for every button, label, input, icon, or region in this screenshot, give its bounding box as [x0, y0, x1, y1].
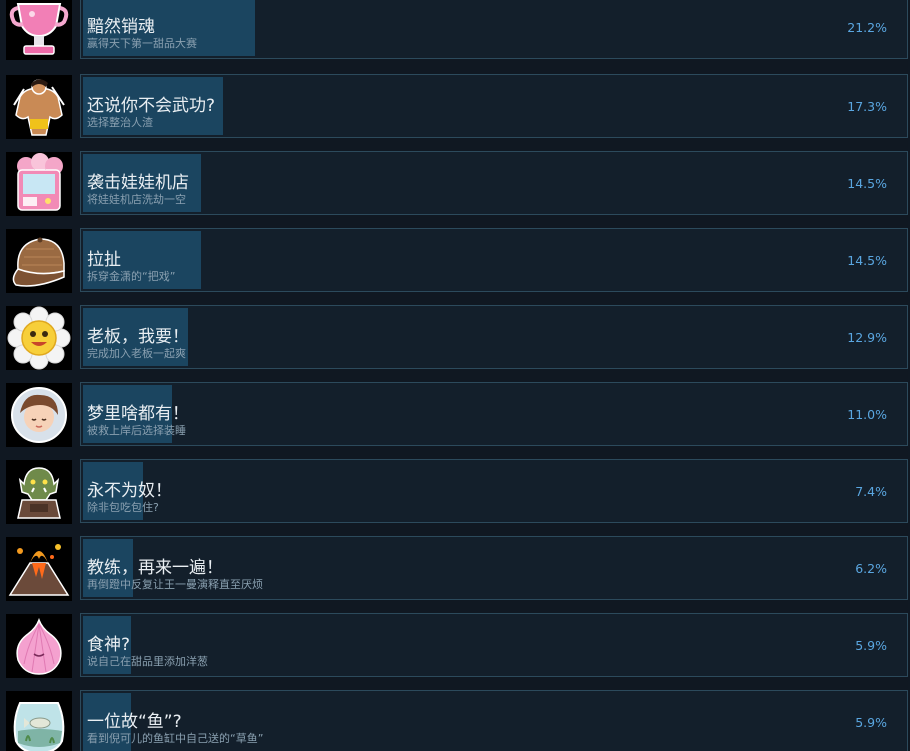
- fish-tank-icon: [6, 691, 72, 751]
- achievement-description: 拆穿金潇的“把戏”: [87, 270, 176, 283]
- orc-warrior-icon: [6, 460, 72, 524]
- achievement-card: 梦里啥都有！ 被救上岸后选择装睡 11.0%: [80, 382, 908, 446]
- trophy-cup-icon: [6, 0, 72, 60]
- muscle-man-icon: [6, 75, 72, 139]
- cap-icon: [6, 229, 72, 293]
- unlock-percentage: 14.5%: [847, 176, 887, 191]
- achievement-description: 赢得天下第一甜品大赛: [87, 37, 197, 50]
- achievement-row: 老板，我要！ 完成加入老板一起爽 12.9%: [0, 305, 910, 371]
- achievement-title: 还说你不会武功?: [87, 96, 216, 116]
- claw-machine-icon: [6, 152, 72, 216]
- achievement-card: 一位故“鱼”? 看到倪可儿的鱼缸中自己送的“草鱼” 5.9%: [80, 690, 908, 751]
- achievement-description: 被救上岸后选择装睡: [87, 424, 186, 437]
- achievement-card: 黯然销魂 赢得天下第一甜品大赛 21.2%: [80, 0, 908, 59]
- achievement-card: 教练，再来一遍！ 再倒蹬中反复让王一曼演释直至厌烦 6.2%: [80, 536, 908, 600]
- achievement-description: 说自己在甜品里添加洋葱: [87, 655, 208, 668]
- achievement-row: 一位故“鱼”? 看到倪可儿的鱼缸中自己送的“草鱼” 5.9%: [0, 690, 910, 751]
- achievement-row: 黯然销魂 赢得天下第一甜品大赛 21.2%: [0, 0, 910, 61]
- unlock-percentage: 12.9%: [847, 330, 887, 345]
- unlock-percentage: 14.5%: [847, 253, 887, 268]
- achievement-row: 永不为奴！ 除非包吃包住? 7.4%: [0, 459, 910, 525]
- unlock-percentage: 7.4%: [855, 484, 887, 499]
- achievement-row: 袭击娃娃机店 将娃娃机店洗劫一空 14.5%: [0, 151, 910, 217]
- achievement-row: 拉扯 拆穿金潇的“把戏” 14.5%: [0, 228, 910, 294]
- achievement-description: 再倒蹬中反复让王一曼演释直至厌烦: [87, 578, 263, 591]
- unlock-percentage: 11.0%: [847, 407, 887, 422]
- achievement-row: 还说你不会武功? 选择整治人渣 17.3%: [0, 74, 910, 140]
- achievement-title: 教练，再来一遍！: [87, 558, 223, 578]
- unlock-percentage: 6.2%: [855, 561, 887, 576]
- pink-onion-icon: [6, 614, 72, 678]
- achievement-card: 拉扯 拆穿金潇的“把戏” 14.5%: [80, 228, 908, 292]
- achievement-title: 拉扯: [87, 250, 121, 270]
- achievement-description: 除非包吃包住?: [87, 501, 159, 514]
- sleeping-girl-icon: [6, 383, 72, 447]
- achievement-description: 看到倪可儿的鱼缸中自己送的“草鱼”: [87, 732, 264, 745]
- achievement-title: 永不为奴！: [87, 481, 172, 501]
- achievement-row: 梦里啥都有！ 被救上岸后选择装睡 11.0%: [0, 382, 910, 448]
- achievement-card: 永不为奴！ 除非包吃包住? 7.4%: [80, 459, 908, 523]
- achievement-title: 黯然销魂: [87, 17, 155, 37]
- achievement-title: 梦里啥都有！: [87, 404, 189, 424]
- unlock-percentage: 5.9%: [855, 715, 887, 730]
- achievement-card: 老板，我要！ 完成加入老板一起爽 12.9%: [80, 305, 908, 369]
- unlock-percentage: 21.2%: [847, 20, 887, 35]
- volcano-icon: [6, 537, 72, 601]
- achievement-card: 袭击娃娃机店 将娃娃机店洗劫一空 14.5%: [80, 151, 908, 215]
- achievement-row: 教练，再来一遍！ 再倒蹬中反复让王一曼演释直至厌烦 6.2%: [0, 536, 910, 602]
- smiling-flower-icon: [6, 306, 72, 370]
- achievement-title: 食神?: [87, 635, 131, 655]
- achievement-description: 完成加入老板一起爽: [87, 347, 186, 360]
- unlock-percentage: 5.9%: [855, 638, 887, 653]
- achievement-description: 选择整治人渣: [87, 116, 153, 129]
- achievement-title: 袭击娃娃机店: [87, 173, 189, 193]
- achievement-card: 食神? 说自己在甜品里添加洋葱 5.9%: [80, 613, 908, 677]
- achievement-description: 将娃娃机店洗劫一空: [87, 193, 186, 206]
- achievement-row: 食神? 说自己在甜品里添加洋葱 5.9%: [0, 613, 910, 679]
- achievement-title: 老板，我要！: [87, 327, 189, 347]
- achievement-card: 还说你不会武功? 选择整治人渣 17.3%: [80, 74, 908, 138]
- achievement-title: 一位故“鱼”?: [87, 712, 182, 732]
- unlock-percentage: 17.3%: [847, 99, 887, 114]
- achievement-list: 黯然销魂 赢得天下第一甜品大赛 21.2% 还说你不会武功? 选择整治人渣 17.3% …: [0, 0, 910, 751]
